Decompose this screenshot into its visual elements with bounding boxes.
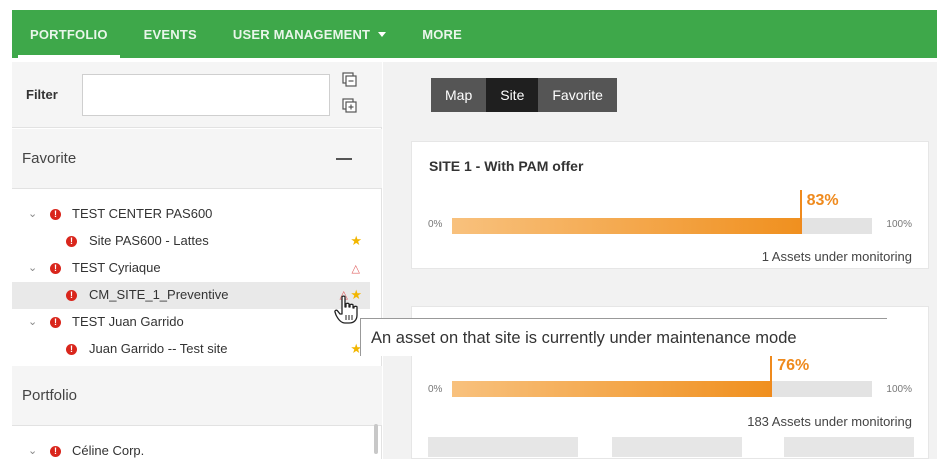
nav-portfolio-label: PORTFOLIO [30,26,108,42]
bar-min-label: 0% [428,219,443,230]
tree-row[interactable]: ⌄ ! TEST Juan Garrido [12,309,370,336]
progress-bar-fill [452,218,801,234]
loading-placeholder [428,437,578,457]
hand-cursor-icon [334,295,358,324]
caret-down-icon [378,31,387,37]
tree-row-label: Juan Garrido -- Test site [89,341,228,356]
loading-placeholder [784,437,914,457]
filter-input[interactable] [82,74,330,116]
progress-bar [452,381,872,397]
bar-max-label: 100% [886,219,912,230]
chevron-down-icon[interactable]: ⌄ [28,209,38,220]
tree-row[interactable]: ! CM_SITE_1_Preventive △ ★ [12,282,370,309]
alert-icon: ! [66,236,77,247]
tree-row[interactable]: ! Site PAS600 - Lattes ★ [12,228,370,255]
chevron-down-icon[interactable]: ⌄ [28,446,38,457]
progress-bar-fill [452,381,772,397]
tree-row-label: CM_SITE_1_Preventive [89,287,229,302]
expand-all-icon[interactable] [342,98,358,114]
tree-row[interactable]: ⌄ ! Céline Corp. [12,438,370,459]
portfolio-section-title: Portfolio [22,387,78,404]
nav-user-management[interactable]: USER MANAGEMENT [215,10,404,58]
tree-row-label: TEST Cyriaque [72,260,161,275]
tree-row[interactable]: ! Juan Garrido -- Test site ★ [12,336,370,363]
scrollbar-thumb[interactable] [374,424,378,454]
nav-events[interactable]: EVENTS [126,10,215,58]
progress-marker [770,355,773,397]
favorite-section-title: Favorite [22,150,77,167]
filter-label: Filter [26,87,58,102]
tree-row-label: Site PAS600 - Lattes [89,233,209,248]
progress-marker [799,190,802,234]
main-content: Map Site Favorite SITE 1 - With PAM offe… [383,62,937,459]
bar-min-label: 0% [428,384,443,395]
progress-value: 83% [806,192,839,209]
maintenance-tooltip: An asset on that site is currently under… [360,318,887,356]
nav-bar: PORTFOLIO EVENTS USER MANAGEMENT MORE [12,10,937,58]
nav-more-label: MORE [422,26,463,42]
tree-row[interactable]: ⌄ ! TEST Cyriaque △ [12,255,370,282]
chevron-down-icon[interactable]: ⌄ [28,317,38,328]
tree-row-label: TEST CENTER PAS600 [72,206,213,221]
portfolio-section-header[interactable]: Portfolio [12,366,382,426]
top-navigation: PORTFOLIO EVENTS USER MANAGEMENT MORE [0,0,937,62]
site-card-title: SITE 1 - With PAM offer [429,158,584,174]
alert-icon: ! [50,263,61,274]
chevron-down-icon[interactable]: ⌄ [28,263,38,274]
maintenance-icon: △ [351,263,360,275]
collapse-minus-icon[interactable] [336,158,352,160]
nav-portfolio[interactable]: PORTFOLIO [12,10,126,58]
collapse-all-icon[interactable] [342,72,358,88]
site-card[interactable]: SITE 1 - With PAM offer 0% 100% 83% 1 As… [411,141,929,269]
nav-events-label: EVENTS [143,26,197,42]
alert-icon: ! [50,317,61,328]
alert-icon: ! [66,290,77,301]
view-map-button[interactable]: Map [431,78,486,112]
progress-value: 76% [777,357,810,374]
star-icon[interactable]: ★ [350,233,362,249]
view-favorite-button[interactable]: Favorite [538,78,617,112]
view-toggle: Map Site Favorite [431,78,617,112]
alert-icon: ! [50,446,61,457]
alert-icon: ! [66,344,77,355]
bar-max-label: 100% [886,384,912,395]
alert-icon: ! [50,209,61,220]
tree-row-label: TEST Juan Garrido [72,314,184,329]
left-panel: Filter Favorite ⌄ ! TEST CENTER PAS600 !… [12,62,382,459]
assets-count: 1 Assets under monitoring [761,249,912,264]
loading-placeholder [612,437,742,457]
favorite-section-header[interactable]: Favorite [12,129,382,189]
assets-count: 183 Assets under monitoring [747,414,912,429]
progress-bar [452,218,872,234]
view-site-button[interactable]: Site [486,78,539,112]
tooltip-text: An asset on that site is currently under… [371,329,797,347]
tree-row[interactable]: ⌄ ! TEST CENTER PAS600 [12,201,370,228]
nav-more[interactable]: MORE [404,10,480,58]
filter-bar: Filter [12,62,382,128]
nav-user-management-label: USER MANAGEMENT [232,26,371,42]
tree-row-label: Céline Corp. [72,443,145,458]
